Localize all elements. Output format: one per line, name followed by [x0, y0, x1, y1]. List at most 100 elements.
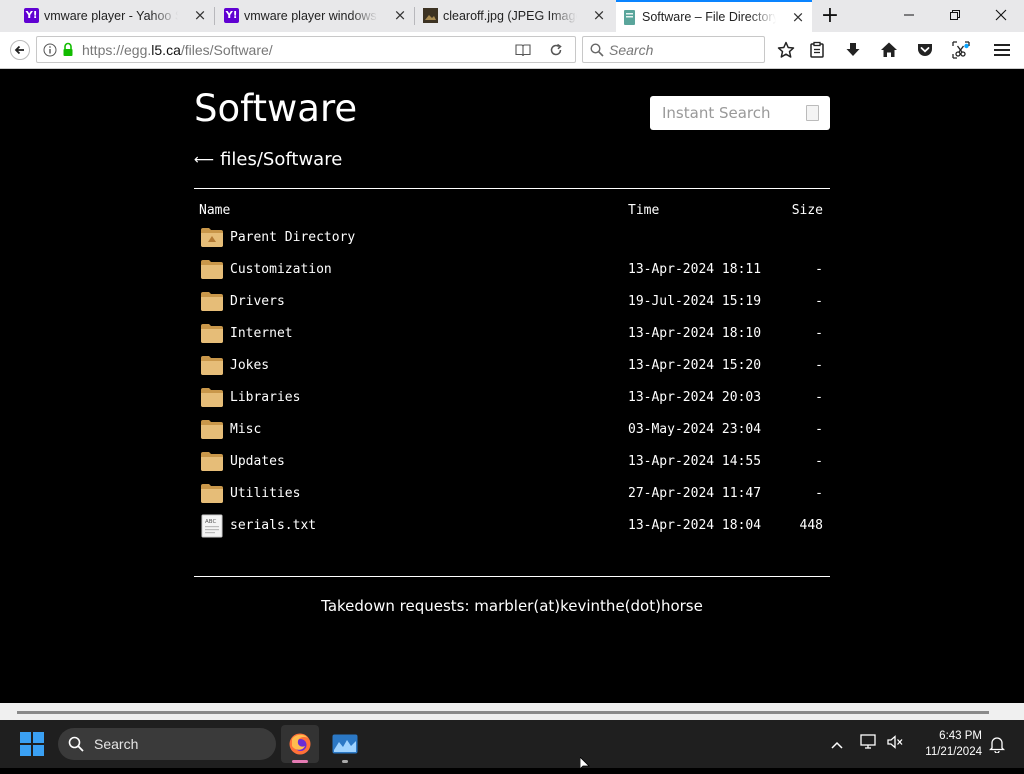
clock-time: 6:43 PM [939, 730, 982, 742]
entry-name-link[interactable]: Jokes [230, 358, 269, 373]
folder-icon[interactable] [200, 290, 224, 312]
close-tab-icon[interactable]: × [591, 7, 607, 23]
tab-yahoo-search-2[interactable]: Y! vmware player windows 11 × [218, 0, 415, 32]
downloads-button[interactable] [839, 36, 867, 64]
parent-folder-icon[interactable] [200, 226, 224, 248]
column-header-time[interactable]: Time [628, 203, 659, 218]
back-button[interactable] [6, 36, 34, 64]
folder-icon[interactable] [200, 354, 224, 376]
page-content: Software ⟵ files/Software Name Time Size… [0, 69, 1024, 703]
folder-icon[interactable] [200, 482, 224, 504]
close-tab-icon[interactable]: × [392, 7, 408, 23]
folder-icon[interactable] [200, 418, 224, 440]
folder-icon[interactable] [200, 322, 224, 344]
parent-directory-row[interactable]: Parent Directory [194, 223, 830, 255]
browser-tab-strip: Y! vmware player - Yahoo Search × Y! vmw… [0, 0, 1024, 32]
tab-title: Software – File Directory [642, 10, 776, 24]
taskbar-search[interactable]: Search [58, 728, 276, 760]
folder-row[interactable]: Internet 13-Apr-2024 18:10 - [194, 319, 830, 351]
folder-row[interactable]: Libraries 13-Apr-2024 20:03 - [194, 383, 830, 415]
image-favicon-icon [423, 8, 438, 23]
entry-name-link[interactable]: Drivers [230, 294, 285, 309]
file-row[interactable]: ABC serials.txt 13-Apr-2024 18:04 448 [194, 511, 830, 543]
windows-logo-tile [20, 732, 31, 743]
takedown-notice: Takedown requests: marbler(at)kevinthe(d… [321, 597, 703, 615]
star-icon [777, 41, 795, 58]
info-icon[interactable] [43, 43, 57, 62]
windows-logo-tile [33, 745, 44, 756]
tab-yahoo-search[interactable]: Y! vmware player - Yahoo Search × [18, 0, 215, 32]
entry-name-link[interactable]: Internet [230, 326, 293, 341]
start-button[interactable] [20, 732, 44, 756]
instant-search-box[interactable] [650, 96, 830, 130]
folder-row[interactable]: Customization 13-Apr-2024 18:11 - [194, 255, 830, 287]
bookmark-star-button[interactable] [772, 36, 800, 64]
network-icon[interactable] [860, 734, 878, 755]
folder-icon[interactable] [200, 386, 224, 408]
tab-clearoff-image[interactable]: clearoff.jpg (JPEG Image, 1024 × [417, 0, 613, 32]
instant-search-input[interactable] [650, 96, 814, 130]
url-bar[interactable]: https://egg.l5.ca/files/Software/ [36, 36, 576, 63]
reload-icon[interactable] [549, 43, 563, 62]
new-tab-button[interactable]: + [818, 4, 842, 28]
screenshot-extension-button[interactable] [947, 36, 975, 64]
bookmarks-menu-button[interactable] [803, 36, 831, 64]
folder-row[interactable]: Jokes 13-Apr-2024 15:20 - [194, 351, 830, 383]
restore-button[interactable] [932, 0, 978, 30]
close-tab-icon[interactable]: × [790, 9, 806, 25]
url-text[interactable]: https://egg.l5.ca/files/Software/ [82, 42, 273, 58]
volume-muted-icon[interactable] [886, 734, 904, 755]
entry-name-link[interactable]: Misc [230, 422, 261, 437]
column-header-size[interactable]: Size [792, 203, 823, 218]
close-window-button[interactable] [978, 0, 1024, 30]
folder-icon[interactable] [200, 450, 224, 472]
reader-view-icon[interactable] [515, 43, 531, 62]
home-icon [881, 42, 897, 57]
app-taskbar-button[interactable] [326, 725, 364, 763]
folder-row[interactable]: Updates 13-Apr-2024 14:55 - [194, 447, 830, 479]
page-title: Software [194, 87, 358, 130]
page-favicon-icon [622, 10, 637, 25]
tab-software-directory[interactable]: Software – File Directory × [616, 0, 812, 32]
entry-time: 19-Jul-2024 15:19 [628, 294, 762, 309]
windows-taskbar: Search 6:43 PM 11/21/2024 [0, 720, 1024, 768]
windows-logo-tile [33, 732, 44, 743]
entry-name-link[interactable]: Libraries [230, 390, 300, 405]
taskbar-search-label: Search [94, 736, 139, 752]
folder-row[interactable]: Misc 03-May-2024 23:04 - [194, 415, 830, 447]
notification-bell-icon[interactable] [988, 735, 1006, 758]
entry-name-link[interactable]: Utilities [230, 486, 300, 501]
close-tab-icon[interactable]: × [192, 7, 208, 23]
home-button[interactable] [875, 36, 903, 64]
yahoo-favicon-icon: Y! [24, 8, 39, 23]
bottom-divider [194, 576, 830, 577]
entry-name-link[interactable]: Customization [230, 262, 332, 277]
system-clock[interactable]: 6:43 PM 11/21/2024 [914, 728, 982, 760]
folder-icon[interactable] [200, 258, 224, 280]
svg-text:ABC: ABC [205, 519, 216, 525]
entry-size: - [815, 358, 823, 373]
column-header-name[interactable]: Name [199, 203, 230, 218]
tab-title: vmware player windows 11 [244, 9, 378, 23]
minimize-button[interactable] [886, 0, 932, 30]
folder-row[interactable]: Utilities 27-Apr-2024 11:47 - [194, 479, 830, 511]
horizontal-scrollbar[interactable] [0, 703, 1024, 720]
show-hidden-icons-chevron-icon[interactable] [830, 737, 844, 755]
pocket-button[interactable] [911, 36, 939, 64]
clipboard-icon [810, 41, 824, 58]
text-file-icon[interactable]: ABC [200, 514, 224, 538]
entry-name-link[interactable]: Updates [230, 454, 285, 469]
search-bar[interactable]: Search [582, 36, 765, 63]
back-arrow-icon[interactable]: ⟵ [194, 152, 214, 168]
entry-name-link[interactable]: Parent Directory [230, 230, 355, 245]
firefox-taskbar-button[interactable] [281, 725, 319, 763]
back-arrow-icon [10, 40, 30, 60]
entry-time: 13-Apr-2024 20:03 [628, 390, 762, 405]
menu-button[interactable] [988, 36, 1016, 64]
entry-size: - [815, 422, 823, 437]
entry-name-link[interactable]: serials.txt [230, 518, 316, 533]
search-placeholder: Search [609, 42, 654, 58]
breadcrumb[interactable]: ⟵ files/Software [194, 149, 342, 170]
folder-row[interactable]: Drivers 19-Jul-2024 15:19 - [194, 287, 830, 319]
scrollbar-thumb[interactable] [17, 711, 989, 714]
